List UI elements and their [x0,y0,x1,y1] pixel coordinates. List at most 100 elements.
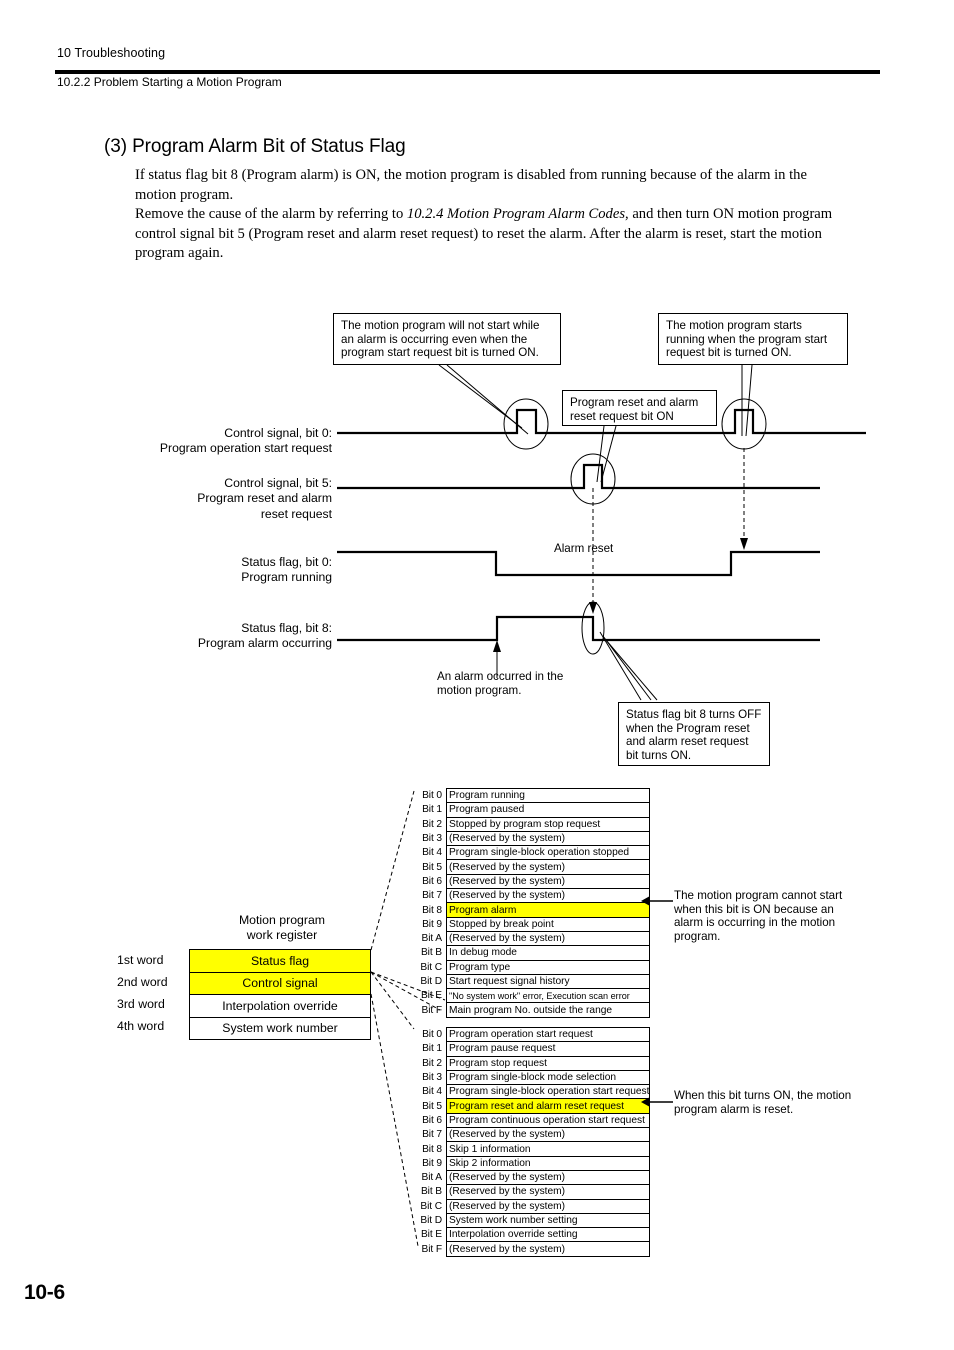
bit-description[interactable]: (Reserved by the system) [446,873,650,890]
bit-description[interactable]: "No system work" error, Execution scan e… [446,988,650,1004]
control-signal-bit-table: Bit 0 Program operation start request Bit… [414,1026,651,1257]
table-row[interactable]: Bit 9 Stopped by break point [414,916,650,932]
bit-number: Bit 5 [422,1100,442,1112]
bit-description[interactable]: (Reserved by the system) [446,930,650,947]
table-row[interactable]: Bit 3 Program single-block mode selection [414,1069,651,1086]
annotation-control-bit5: When this bit turns ON, the motion progr… [674,1089,852,1116]
bit-description[interactable]: (Reserved by the system) [445,1198,651,1214]
bit-number: Bit D [420,1215,442,1226]
bit-description[interactable]: (Reserved by the system) [446,888,650,904]
table-row[interactable]: Bit 4 Program single-block operation stop… [414,845,650,861]
table-row[interactable]: Bit E Interpolation override setting [414,1227,651,1243]
table-row[interactable]: Bit 2 Program stop request [414,1055,651,1071]
table-row[interactable]: Bit 4 Program single-block operation star… [414,1084,651,1100]
table-row[interactable]: Bit C Program type [414,959,650,975]
bit-description[interactable]: Program pause request [445,1041,651,1057]
bit-number: Bit 7 [422,890,442,902]
bit-number: Bit 0 [422,790,442,802]
bit-number: Bit 6 [422,1114,442,1126]
bit-description[interactable]: Program single-block operation stopped [446,845,650,861]
table-row[interactable]: Bit 1 Program paused [414,802,650,818]
table-row[interactable]: Bit 5 Program reset and alarm reset reque… [414,1098,651,1114]
table-row[interactable]: Bit 8 Skip 1 information [414,1141,651,1157]
bit-description[interactable]: Program type [446,959,650,975]
bit-description[interactable]: (Reserved by the system) [446,830,650,847]
table-row[interactable]: Bit 7 (Reserved by the system) [414,888,650,904]
bit-number: Bit B [420,947,442,959]
bit-description[interactable]: Skip 1 information [445,1141,651,1157]
table-row[interactable]: Bit 2 Stopped by program stop request [414,816,650,832]
bit-description[interactable]: Program running [446,787,650,804]
table-row[interactable]: Bit 0 Program operation start request [414,1026,651,1043]
table-row[interactable]: Bit B In debug mode [414,945,650,961]
bit-description[interactable]: (Reserved by the system) [445,1169,651,1186]
bit-number: Bit 5 [422,861,442,873]
bit-number: Bit A [421,933,443,945]
bit-description[interactable]: Program single-block mode selection [445,1069,651,1086]
bit-description[interactable]: Interpolation override setting [445,1227,651,1243]
table-row[interactable]: Bit D System work number setting [414,1212,651,1229]
bit-number: Bit 4 [422,1086,442,1098]
bit-description[interactable]: Stopped by break point [446,916,650,932]
bit-description[interactable]: (Reserved by the system) [445,1184,651,1200]
bit-number: Bit C [420,1200,442,1212]
bit-number: Bit 7 [422,1129,442,1141]
table-row[interactable]: Bit 5 (Reserved by the system) [414,859,650,875]
bit-number: Bit 1 [422,804,442,816]
bit-number: Bit 9 [422,918,442,930]
table-row[interactable]: Bit 6 Program continuous operation start … [414,1112,651,1129]
table-row[interactable]: Bit F (Reserved by the system) [414,1241,651,1257]
bit-number: Bit F [421,1243,443,1255]
bit-description[interactable]: (Reserved by the system) [445,1127,651,1143]
bit-number: Bit 2 [422,1057,442,1069]
bit-description-highlighted[interactable]: Program alarm [446,902,650,918]
page-number: 10-6 [24,1281,65,1304]
bit-description[interactable]: Skip 2 information [445,1155,651,1171]
bit-number: Bit C [420,961,442,973]
bit-description[interactable]: Program operation start request [445,1026,651,1043]
table-row[interactable]: Bit 9 Skip 2 information [414,1155,651,1171]
bit-number: Bit 8 [422,904,442,916]
status-flag-bit-table: Bit 0 Program running Bit 1 Program paused… [414,787,650,1018]
bit-number: Bit E [420,1229,442,1241]
bit-description[interactable]: Stopped by program stop request [446,816,650,832]
arrow-to-control-bit5-icon [641,1097,673,1107]
bit-description[interactable]: Program stop request [445,1055,651,1071]
table-row[interactable]: Bit 7 (Reserved by the system) [414,1127,651,1143]
bit-number: Bit A [421,1172,443,1184]
table-row[interactable]: Bit A (Reserved by the system) [414,930,650,947]
bit-description[interactable]: (Reserved by the system) [446,859,650,875]
bit-number: Bit 9 [422,1157,442,1169]
table-row[interactable]: Bit 6 (Reserved by the system) [414,873,650,890]
bit-number: Bit 4 [422,847,442,859]
bit-number: Bit 8 [422,1143,442,1155]
bit-number: Bit E [420,990,442,1002]
bit-number: Bit F [421,1004,443,1016]
bit-number: Bit 6 [422,875,442,887]
bit-description[interactable]: Program continuous operation start reque… [445,1112,651,1129]
bit-description[interactable]: Program paused [446,802,650,818]
bit-description[interactable]: (Reserved by the system) [445,1241,651,1257]
bit-number: Bit D [420,976,442,987]
bit-number: Bit 2 [422,818,442,830]
table-row[interactable]: Bit 8 Program alarm [414,902,650,918]
table-row[interactable]: Bit C (Reserved by the system) [414,1198,651,1214]
table-row[interactable]: Bit F Main program No. outside the range [414,1002,650,1018]
table-row[interactable]: Bit B (Reserved by the system) [414,1184,651,1200]
table-row[interactable]: Bit E "No system work" error, Execution s… [414,988,650,1004]
bit-description-highlighted[interactable]: Program reset and alarm reset request [445,1098,651,1114]
table-row[interactable]: Bit 1 Program pause request [414,1041,651,1057]
bit-description[interactable]: System work number setting [445,1212,651,1229]
bit-description[interactable]: Start request signal history [446,973,650,990]
bit-number: Bit 0 [422,1029,442,1041]
table-row[interactable]: Bit A (Reserved by the system) [414,1169,651,1186]
bit-description[interactable]: Program single-block operation start req… [445,1084,651,1100]
bit-number: Bit 3 [422,1072,442,1084]
table-row[interactable]: Bit D Start request signal history [414,973,650,990]
bit-description[interactable]: In debug mode [446,945,650,961]
table-row[interactable]: Bit 3 (Reserved by the system) [414,830,650,847]
bit-number: Bit 3 [422,833,442,845]
bit-description[interactable]: Main program No. outside the range [446,1002,650,1018]
table-row[interactable]: Bit 0 Program running [414,787,650,804]
arrow-to-status-bit8-icon [641,896,673,906]
